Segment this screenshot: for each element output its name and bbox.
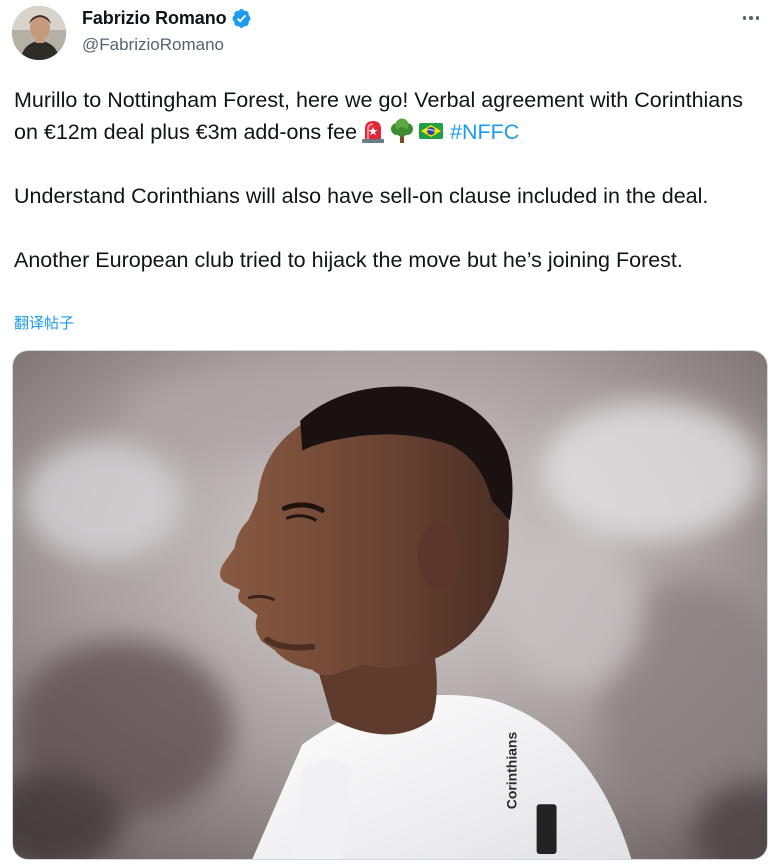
- more-options-icon[interactable]: [739, 6, 763, 30]
- author-display-name[interactable]: Fabrizio Romano: [82, 8, 227, 29]
- verified-badge-icon[interactable]: [231, 8, 252, 29]
- rotating-light-emoji-icon: [360, 118, 386, 144]
- shirt-sponsor-text: Corinthians: [504, 732, 520, 810]
- author-handle[interactable]: @FabrizioRomano: [82, 35, 224, 55]
- hashtag-link[interactable]: #NFFC: [450, 120, 519, 144]
- brazil-flag-emoji-icon: [418, 118, 444, 144]
- tweet-card: Fabrizio Romano @FabrizioRomano Murillo …: [0, 0, 773, 866]
- tweet-paragraph-3: Another European club tried to hijack th…: [14, 248, 683, 272]
- tweet-paragraph-1: Murillo to Nottingham Forest, here we go…: [14, 84, 759, 148]
- tree-emoji-icon: [389, 118, 415, 144]
- tweet-paragraph-2: Understand Corinthians will also have se…: [14, 184, 709, 208]
- tweet-photo[interactable]: Corinthians: [12, 350, 768, 860]
- author-avatar[interactable]: [12, 6, 66, 60]
- translate-post-link[interactable]: 翻译帖子: [14, 312, 74, 333]
- tweet-text: Murillo to Nottingham Forest, here we go…: [14, 84, 759, 276]
- author-name-row: Fabrizio Romano: [82, 8, 252, 29]
